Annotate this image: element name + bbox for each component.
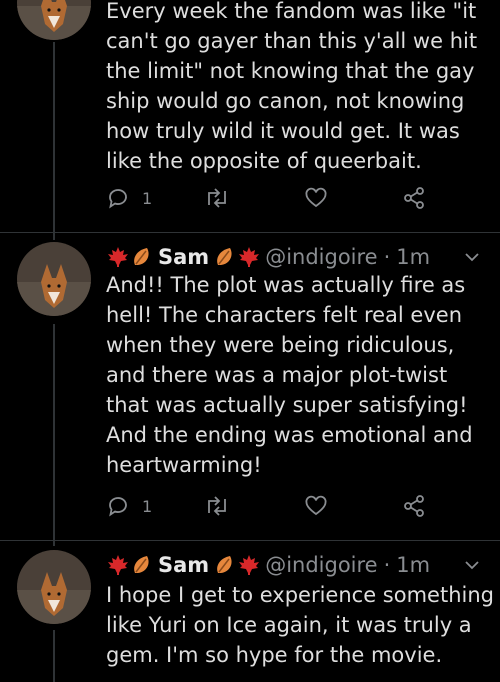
tweet-actions: 1 xyxy=(106,186,436,216)
tweet[interactable]: Sam @indigoire · 1m And!! The plot was a… xyxy=(0,242,500,540)
maple-leaf-icon xyxy=(106,554,130,576)
separator-dot: · xyxy=(383,245,391,269)
tweet-text: I hope I get to experience something lik… xyxy=(106,583,494,667)
more-options-button[interactable] xyxy=(464,248,480,267)
fallen-leaf-icon xyxy=(213,554,237,576)
display-name[interactable]: Sam xyxy=(158,553,209,577)
divider xyxy=(0,232,500,233)
chevron-down-icon xyxy=(465,253,479,262)
retweet-icon xyxy=(208,496,226,516)
maple-leaf-icon xyxy=(106,246,130,268)
reply-count: 1 xyxy=(142,188,153,208)
like-button[interactable] xyxy=(304,494,328,518)
more-options-button[interactable] xyxy=(464,556,480,575)
tweet[interactable]: Every week the fandom was like "it can't… xyxy=(0,0,500,232)
tweet[interactable]: Sam @indigoire · 1m I hope I get to expe… xyxy=(0,550,500,682)
tweet-text: Every week the fandom was like "it can't… xyxy=(106,0,478,173)
share-icon xyxy=(404,187,424,209)
display-name[interactable]: Sam xyxy=(158,245,209,269)
reply-button[interactable]: 1 xyxy=(106,186,152,210)
retweet-button[interactable] xyxy=(204,186,230,210)
avatar[interactable] xyxy=(17,550,91,624)
separator-dot: · xyxy=(383,553,391,577)
tweet-text: And!! The plot was actually fire as hell… xyxy=(106,273,473,477)
avatar[interactable] xyxy=(17,242,91,316)
user-handle[interactable]: @indigoire xyxy=(265,245,377,269)
like-button[interactable] xyxy=(304,186,328,210)
heart-icon xyxy=(305,495,327,516)
reply-button[interactable]: 1 xyxy=(106,494,152,518)
reply-icon xyxy=(109,189,127,209)
retweet-icon xyxy=(208,188,226,208)
user-handle[interactable]: @indigoire xyxy=(265,553,377,577)
timestamp[interactable]: 1m xyxy=(396,553,430,577)
fallen-leaf-icon xyxy=(213,246,237,268)
share-button[interactable] xyxy=(402,494,426,518)
tweet-header: Sam @indigoire · 1m xyxy=(106,550,430,580)
heart-icon xyxy=(305,187,327,208)
share-icon xyxy=(404,495,424,517)
retweet-button[interactable] xyxy=(204,494,230,518)
fallen-leaf-icon xyxy=(130,554,154,576)
reply-count: 1 xyxy=(142,496,153,516)
maple-leaf-icon xyxy=(237,554,261,576)
reply-icon xyxy=(109,497,127,517)
maple-leaf-icon xyxy=(237,246,261,268)
tweet-actions: 1 xyxy=(106,494,436,524)
timestamp[interactable]: 1m xyxy=(396,245,430,269)
chevron-down-icon xyxy=(465,561,479,570)
tweet-header: Sam @indigoire · 1m xyxy=(106,242,430,272)
fallen-leaf-icon xyxy=(130,246,154,268)
avatar[interactable] xyxy=(17,0,91,40)
share-button[interactable] xyxy=(402,186,426,210)
divider xyxy=(0,540,500,541)
